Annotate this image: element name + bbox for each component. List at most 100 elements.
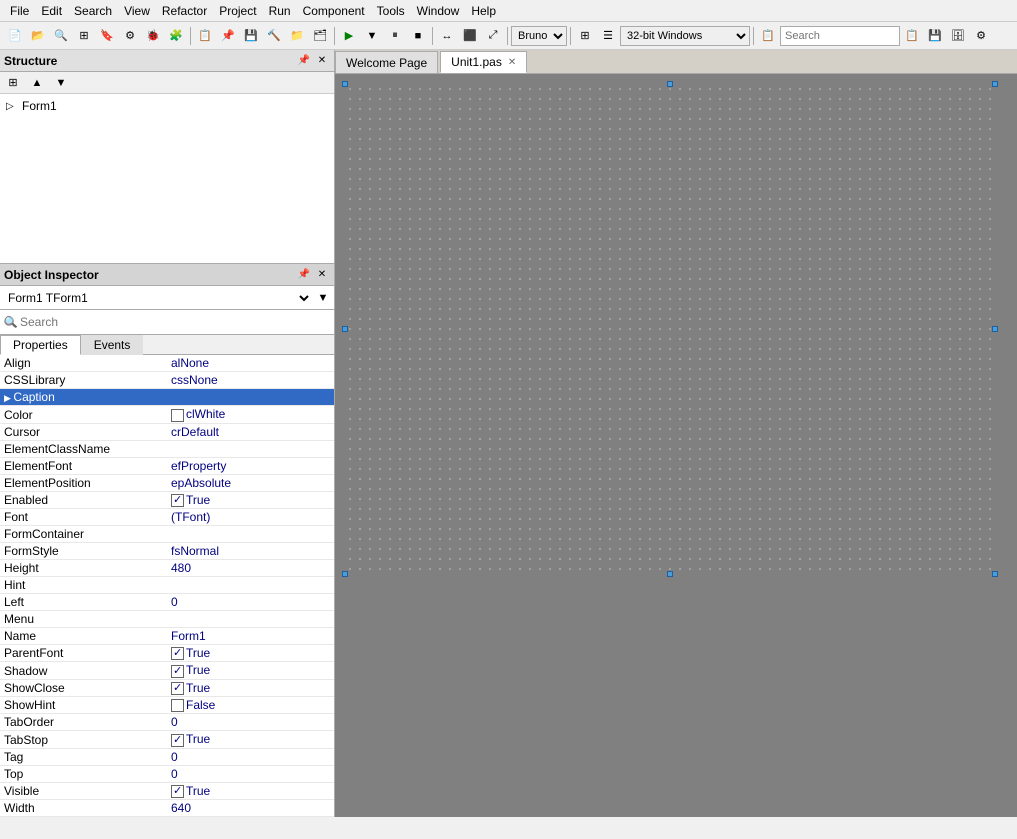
open2-btn[interactable]: 📁 xyxy=(286,25,308,47)
table-row[interactable]: ▶ Caption xyxy=(0,389,334,406)
structure-close-btn[interactable]: ✕ xyxy=(314,53,330,69)
step-btn[interactable]: ⏸ xyxy=(384,25,406,47)
table-row[interactable]: FormStylefsNormal xyxy=(0,543,334,560)
copy2-btn[interactable]: 📋 xyxy=(757,25,779,47)
handle-top-mid[interactable] xyxy=(667,81,673,87)
table-row[interactable]: VisibleTrue xyxy=(0,782,334,799)
struct-up-btn[interactable]: ▲ xyxy=(26,72,48,94)
table-row[interactable]: Top0 xyxy=(0,765,334,782)
build-select[interactable]: 32-bit Windows xyxy=(620,26,750,46)
table-row[interactable]: Font(TFont) xyxy=(0,509,334,526)
toolbar-search-input[interactable] xyxy=(780,26,900,46)
sep3 xyxy=(432,27,433,45)
table-row[interactable]: ShadowTrue xyxy=(0,662,334,679)
save2-btn[interactable]: 💾 xyxy=(924,25,946,47)
save-btn[interactable]: 💾 xyxy=(240,25,262,47)
table-row[interactable]: ShowHintFalse xyxy=(0,697,334,714)
menu-search[interactable]: Search xyxy=(68,2,118,20)
tab-events[interactable]: Events xyxy=(81,335,144,355)
menu-edit[interactable]: Edit xyxy=(35,2,68,20)
move-btn[interactable]: ↔ xyxy=(436,25,458,47)
structure-pin-btn[interactable]: 📌 xyxy=(296,53,312,69)
table-row[interactable]: CSSLibrarycssNone xyxy=(0,372,334,389)
sep4 xyxy=(507,27,508,45)
obj-search-input[interactable] xyxy=(0,310,334,334)
menu-help[interactable]: Help xyxy=(465,2,502,20)
table-row[interactable]: Left0 xyxy=(0,594,334,611)
table-row[interactable]: FormContainer xyxy=(0,526,334,543)
table-row[interactable]: ElementClassName xyxy=(0,440,334,457)
toggle-btn[interactable]: ⊞ xyxy=(73,25,95,47)
search-toolbar-btn[interactable]: 🔍 xyxy=(50,25,72,47)
struct-down-btn[interactable]: ▼ xyxy=(50,72,72,94)
menu-window[interactable]: Window xyxy=(411,2,466,20)
prop-value: cssNone xyxy=(167,372,334,389)
menu-run[interactable]: Run xyxy=(263,2,297,20)
form-dotted-bg[interactable] xyxy=(345,84,995,574)
tabs-bar: Welcome PageUnit1.pas✕ xyxy=(335,50,1017,74)
table-row[interactable]: EnabledTrue xyxy=(0,491,334,508)
table-row[interactable]: AlignalNone xyxy=(0,355,334,372)
table-row[interactable]: TabOrder0 xyxy=(0,714,334,731)
list-btn[interactable]: ☰ xyxy=(597,25,619,47)
handle-bot-right[interactable] xyxy=(992,571,998,577)
obj-pin-btn[interactable]: 📌 xyxy=(296,267,312,283)
menu-file[interactable]: File xyxy=(4,2,35,20)
save3-btn[interactable]: 🗄 xyxy=(947,25,969,47)
play-btn[interactable]: ▶ xyxy=(338,25,360,47)
clipboard-btn[interactable]: 📋 xyxy=(901,25,923,47)
build-btn[interactable]: 🔨 xyxy=(263,25,285,47)
align-btn[interactable]: ⬛ xyxy=(459,25,481,47)
table-row[interactable]: Hint xyxy=(0,577,334,594)
handle-top-left[interactable] xyxy=(342,81,348,87)
prop-value: 0 xyxy=(167,594,334,611)
table-row[interactable]: ParentFontTrue xyxy=(0,645,334,662)
tab-close-btn[interactable]: ✕ xyxy=(508,57,516,68)
table-row[interactable]: ElementPositionepAbsolute xyxy=(0,474,334,491)
new-btn[interactable]: 📄 xyxy=(4,25,26,47)
menu-project[interactable]: Project xyxy=(213,2,262,20)
menu-view[interactable]: View xyxy=(118,2,156,20)
tab-properties[interactable]: Properties xyxy=(0,335,81,355)
table-row[interactable]: Tag0 xyxy=(0,748,334,765)
table-row[interactable]: Height480 xyxy=(0,560,334,577)
settings-btn[interactable]: ⚙ xyxy=(970,25,992,47)
handle-mid-left[interactable] xyxy=(342,326,348,332)
obj-close-btn[interactable]: ✕ xyxy=(314,267,330,283)
obj-inspector-select[interactable]: Form1 TForm1 xyxy=(0,287,312,309)
debug-btn[interactable]: 🐞 xyxy=(142,25,164,47)
table-row[interactable]: CursorcrDefault xyxy=(0,423,334,440)
component-btn[interactable]: 🧩 xyxy=(165,25,187,47)
play-drop-btn[interactable]: ▼ xyxy=(361,25,383,47)
struct-nav-btn[interactable]: ⊞ xyxy=(2,72,24,94)
table-row[interactable]: ShowCloseTrue xyxy=(0,679,334,696)
table-row[interactable]: Menu xyxy=(0,611,334,628)
table-row[interactable]: ColorclWhite xyxy=(0,406,334,423)
handle-bot-left[interactable] xyxy=(342,571,348,577)
run-btn2[interactable]: ⚙ xyxy=(119,25,141,47)
folder-btn[interactable]: 🗂 xyxy=(309,25,331,47)
profile-select[interactable]: Bruno xyxy=(511,26,567,46)
open-btn[interactable]: 📂 xyxy=(27,25,49,47)
handle-mid-right[interactable] xyxy=(992,326,998,332)
obj-dropdown-btn[interactable]: ▼ xyxy=(312,287,334,309)
handle-top-right[interactable] xyxy=(992,81,998,87)
handle-bot-mid[interactable] xyxy=(667,571,673,577)
stop-btn[interactable]: ■ xyxy=(407,25,429,47)
menu-component[interactable]: Component xyxy=(297,2,371,20)
paste-btn[interactable]: 📌 xyxy=(217,25,239,47)
table-row[interactable]: Width640 xyxy=(0,800,334,817)
grid-btn[interactable]: ⊞ xyxy=(574,25,596,47)
tree-item-form1[interactable]: ▷ Form1 xyxy=(4,98,330,114)
obj-search-wrapper: 🔍 xyxy=(0,310,334,335)
menu-refactor[interactable]: Refactor xyxy=(156,2,213,20)
copy-btn[interactable]: 📋 xyxy=(194,25,216,47)
bookmark-btn[interactable]: 🔖 xyxy=(96,25,118,47)
table-row[interactable]: ElementFontefProperty xyxy=(0,457,334,474)
tab-welcomepage[interactable]: Welcome Page xyxy=(335,51,438,73)
table-row[interactable]: TabStopTrue xyxy=(0,731,334,748)
table-row[interactable]: NameForm1 xyxy=(0,628,334,645)
menu-tools[interactable]: Tools xyxy=(371,2,411,20)
size-btn[interactable]: ⤢ xyxy=(482,25,504,47)
tab-unit1.pas[interactable]: Unit1.pas✕ xyxy=(440,51,527,73)
